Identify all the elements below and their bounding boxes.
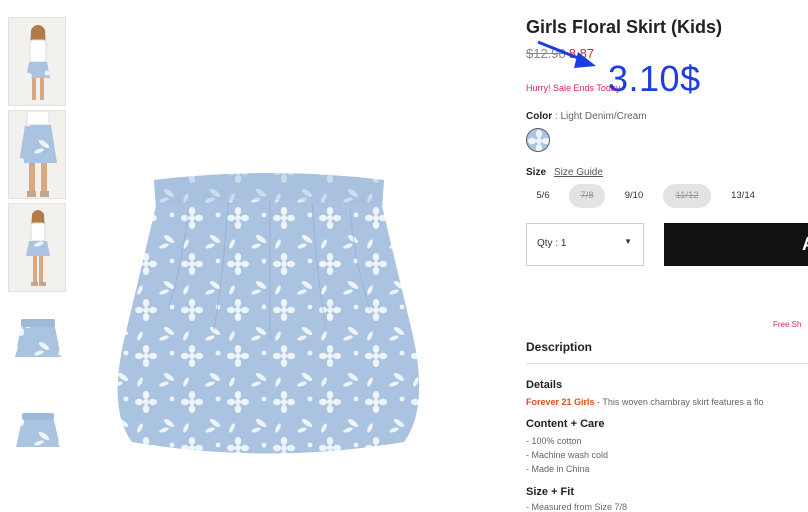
thumbnail-skirt-back[interactable] <box>8 402 66 454</box>
content-care-heading: Content + Care <box>526 418 605 430</box>
color-label: Color <box>526 111 553 122</box>
product-main-image[interactable] <box>88 160 450 465</box>
care-line-wash: - Machine wash cold <box>526 450 609 460</box>
details-body: - This woven chambray skirt features a f… <box>594 397 764 407</box>
size-option-9-10[interactable]: 9/10 <box>617 184 651 208</box>
care-line-cotton: - 100% cotton <box>526 436 582 446</box>
annotation-arrow-icon <box>537 40 596 68</box>
size-option-7-8[interactable]: 7/8 <box>569 184 605 208</box>
caret-down-icon: ▼ <box>624 237 632 246</box>
color-selector-label: Color : Light Denim/Cream <box>526 111 647 122</box>
size-option-11-12[interactable]: 11/12 <box>663 184 711 208</box>
size-fit-heading: Size + Fit <box>526 486 574 498</box>
free-shipping-text: Free Sh <box>773 320 802 329</box>
sale-urgency-text: Hurry! Sale Ends Today <box>526 83 621 93</box>
product-title: Girls Floral Skirt (Kids) <box>526 17 723 37</box>
thumbnail-model-detail[interactable] <box>8 110 66 199</box>
quantity-value: Qty : 1 <box>537 238 567 249</box>
color-value: Light Denim/Cream <box>560 111 647 122</box>
color-swatch-light-denim[interactable] <box>526 128 550 152</box>
add-to-bag-button[interactable]: A <box>664 223 808 266</box>
size-option-13-14[interactable]: 13/14 <box>724 184 762 208</box>
add-to-bag-label: A <box>802 234 808 255</box>
thumbnail-model-front[interactable] <box>8 17 66 106</box>
quantity-select[interactable]: Qty : 1 ▼ <box>526 223 644 266</box>
size-option-5-6[interactable]: 5/6 <box>528 184 558 208</box>
details-heading: Details <box>526 379 563 391</box>
care-line-origin: - Made in China <box>526 464 590 474</box>
description-heading[interactable]: Description <box>526 340 808 364</box>
brand-link[interactable]: Forever 21 Girls <box>526 397 595 407</box>
size-guide-link[interactable]: Size Guide <box>554 167 603 178</box>
details-text: Forever 21 Girls - This woven chambray s… <box>526 397 763 407</box>
size-label: Size <box>526 167 547 178</box>
fit-line-measured: - Measured from Size 7/8 <box>526 502 628 512</box>
size-selector-label: Size Size Guide <box>526 167 603 178</box>
thumbnail-skirt-front[interactable] <box>8 312 66 364</box>
thumbnail-model-full[interactable] <box>8 203 66 292</box>
annotation-price: 3.10$ <box>608 58 701 99</box>
